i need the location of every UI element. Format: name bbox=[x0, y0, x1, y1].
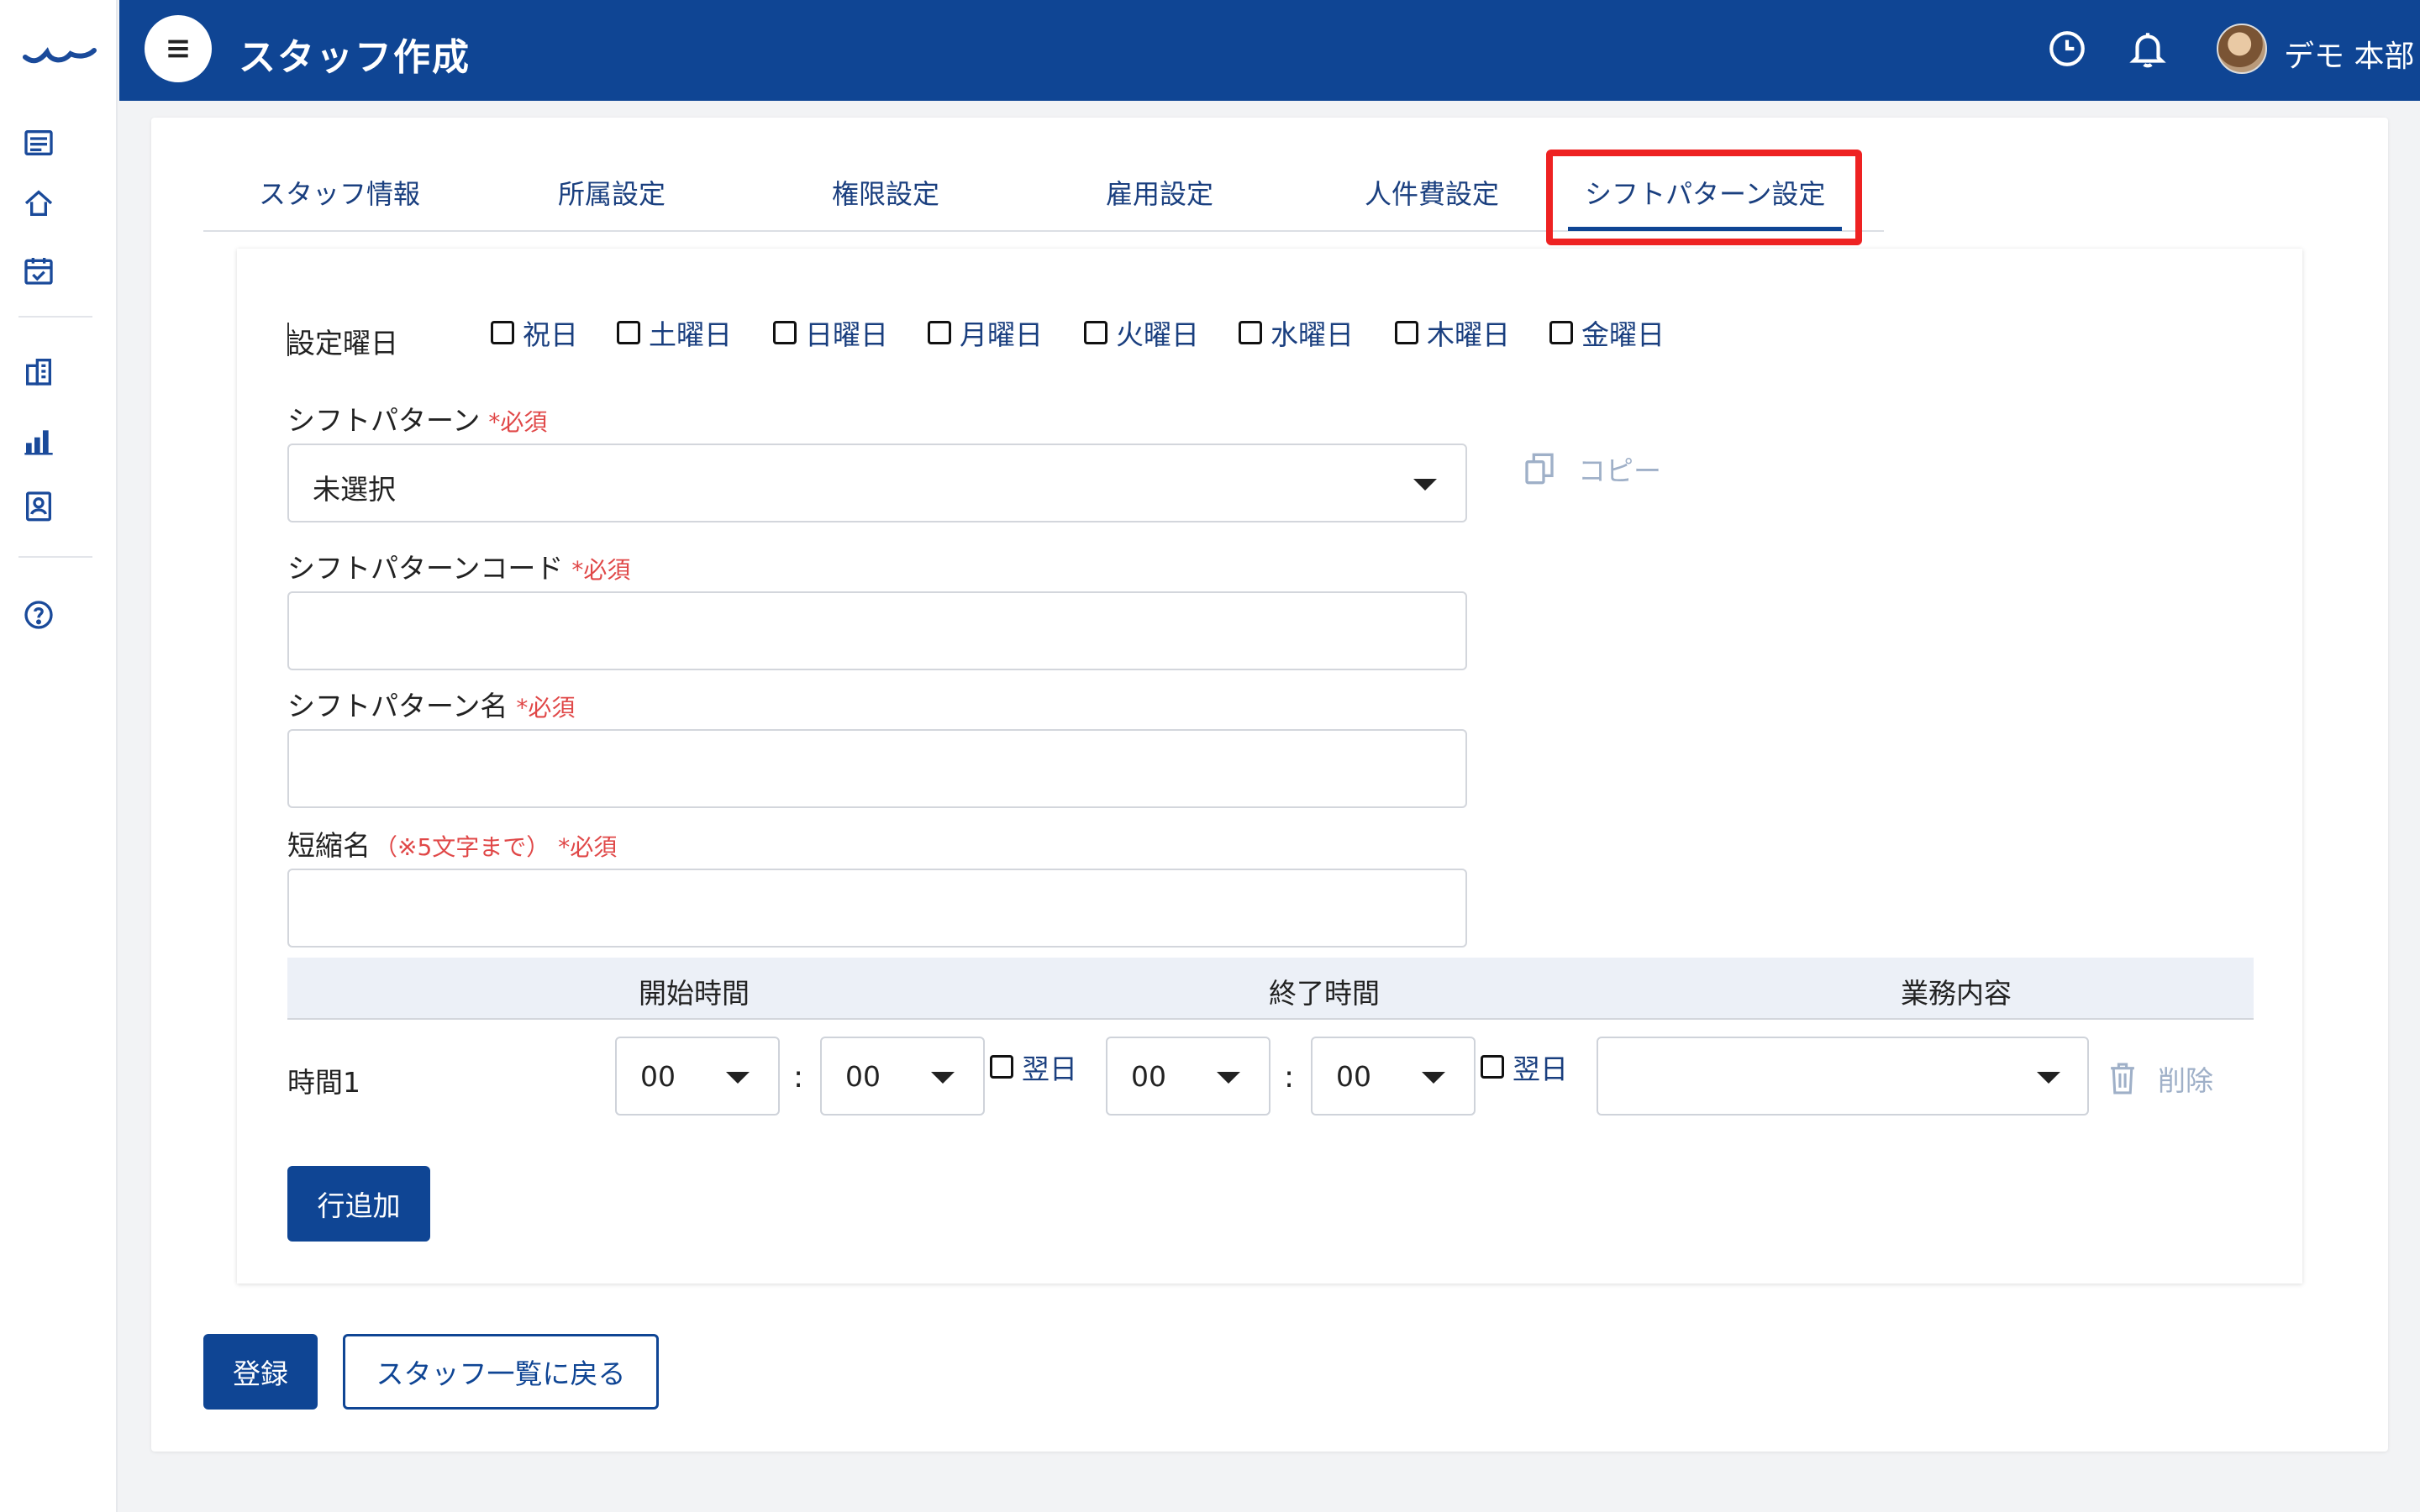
trash-icon bbox=[2111, 1063, 2134, 1095]
tab-permissions[interactable]: 権限設定 bbox=[832, 173, 939, 212]
bar-chart-icon[interactable] bbox=[20, 422, 57, 459]
back-to-staff-list-button[interactable]: スタッフ一覧に戻る bbox=[343, 1334, 659, 1410]
day-checkbox-wednesday[interactable]: 水曜日 bbox=[1239, 312, 1354, 353]
pattern-label: シフトパターン *必須 bbox=[287, 404, 548, 437]
sidebar-divider bbox=[18, 556, 92, 558]
avatar[interactable] bbox=[2217, 24, 2267, 74]
checkbox[interactable] bbox=[928, 321, 951, 344]
calendar-icon[interactable] bbox=[20, 252, 57, 289]
end-time-header: 終了時間 bbox=[1269, 977, 1380, 1010]
start-next-day-checkbox[interactable]: 翌日 bbox=[990, 1047, 1077, 1087]
short-name-label: 短縮名 （※5文字まで） *必須 bbox=[287, 829, 618, 862]
time-separator: : bbox=[793, 1060, 804, 1095]
time-row-label: 時間1 bbox=[287, 1066, 360, 1099]
day-checkbox-friday[interactable]: 金曜日 bbox=[1549, 312, 1665, 353]
checkbox[interactable] bbox=[491, 321, 514, 344]
hamburger-icon bbox=[168, 39, 188, 58]
checkbox[interactable] bbox=[617, 321, 640, 344]
days-label: 設定曜日 bbox=[287, 327, 398, 360]
bell-icon[interactable] bbox=[2124, 25, 2171, 72]
start-minute-select[interactable]: 00 bbox=[820, 1037, 985, 1116]
building-icon[interactable] bbox=[20, 353, 57, 390]
end-next-day-checkbox[interactable]: 翌日 bbox=[1481, 1047, 1568, 1087]
task-select[interactable] bbox=[1597, 1037, 2089, 1116]
checkbox[interactable] bbox=[1549, 321, 1573, 344]
day-checkbox-tuesday[interactable]: 火曜日 bbox=[1084, 312, 1199, 353]
checkbox[interactable] bbox=[1239, 321, 1262, 344]
tab-staff-info[interactable]: スタッフ情報 bbox=[259, 173, 420, 212]
copy-icon bbox=[1525, 453, 1554, 485]
help-icon[interactable] bbox=[20, 596, 57, 633]
end-minute-select[interactable]: 00 bbox=[1311, 1037, 1476, 1116]
end-hour-select[interactable]: 00 bbox=[1106, 1037, 1270, 1116]
copy-button[interactable]: コピー bbox=[1523, 449, 1661, 489]
start-hour-select[interactable]: 00 bbox=[615, 1037, 780, 1116]
chevron-down-icon bbox=[2037, 1072, 2060, 1084]
start-time-header: 開始時間 bbox=[639, 977, 750, 1010]
clock-icon[interactable] bbox=[2044, 25, 2091, 72]
top-bar: スタッフ作成 デモ 本部 bbox=[119, 0, 2420, 101]
time-table-header: 開始時間 終了時間 業務内容 bbox=[287, 958, 2254, 1020]
sidebar bbox=[0, 0, 118, 1512]
checkbox[interactable] bbox=[773, 321, 797, 344]
time-separator: : bbox=[1284, 1060, 1295, 1095]
day-checkbox-monday[interactable]: 月曜日 bbox=[928, 312, 1043, 353]
required-mark: *必須 bbox=[571, 556, 631, 584]
short-name-note: （※5文字まで） bbox=[374, 833, 550, 861]
checkbox[interactable] bbox=[1084, 321, 1107, 344]
chevron-down-icon bbox=[1413, 479, 1437, 491]
chevron-down-icon bbox=[1217, 1072, 1240, 1084]
short-name-input[interactable] bbox=[287, 869, 1467, 948]
chevron-down-icon bbox=[931, 1072, 955, 1084]
day-checkbox-sunday[interactable]: 日曜日 bbox=[773, 312, 888, 353]
tab-labor-cost[interactable]: 人件費設定 bbox=[1365, 173, 1499, 212]
add-row-button[interactable]: 行追加 bbox=[287, 1166, 430, 1242]
home-icon[interactable] bbox=[20, 185, 57, 222]
register-button[interactable]: 登録 bbox=[203, 1334, 318, 1410]
day-checkbox-holiday[interactable]: 祝日 bbox=[491, 312, 578, 353]
checkbox[interactable] bbox=[1481, 1055, 1504, 1079]
list-icon[interactable] bbox=[20, 124, 57, 161]
highlight-box bbox=[1546, 150, 1862, 245]
code-input[interactable] bbox=[287, 591, 1467, 670]
pattern-select[interactable]: 未選択 bbox=[287, 444, 1467, 522]
chevron-down-icon bbox=[1422, 1072, 1445, 1084]
tab-employment[interactable]: 雇用設定 bbox=[1106, 173, 1213, 212]
page-title: スタッフ作成 bbox=[239, 36, 471, 79]
required-mark: *必須 bbox=[488, 408, 548, 436]
delete-row-button[interactable]: 削除 bbox=[2107, 1058, 2213, 1099]
checkbox[interactable] bbox=[1395, 321, 1418, 344]
id-card-icon[interactable] bbox=[20, 487, 57, 524]
task-header: 業務内容 bbox=[1901, 977, 2012, 1010]
required-mark: *必須 bbox=[558, 833, 618, 861]
pattern-select-value: 未選択 bbox=[313, 473, 396, 506]
user-name[interactable]: デモ 本部 bbox=[2284, 32, 2414, 76]
day-checkbox-saturday[interactable]: 土曜日 bbox=[617, 312, 732, 353]
name-label: シフトパターン名 *必須 bbox=[287, 690, 576, 722]
checkbox[interactable] bbox=[990, 1055, 1013, 1079]
chevron-down-icon bbox=[726, 1072, 750, 1084]
day-checkbox-thursday[interactable]: 木曜日 bbox=[1395, 312, 1510, 353]
app-logo[interactable] bbox=[22, 35, 97, 69]
name-input[interactable] bbox=[287, 729, 1467, 808]
required-mark: *必須 bbox=[516, 694, 576, 722]
menu-button[interactable] bbox=[145, 15, 212, 82]
tab-affiliation[interactable]: 所属設定 bbox=[558, 173, 666, 212]
code-label: シフトパターンコード *必須 bbox=[287, 552, 631, 585]
sidebar-divider bbox=[18, 316, 92, 318]
